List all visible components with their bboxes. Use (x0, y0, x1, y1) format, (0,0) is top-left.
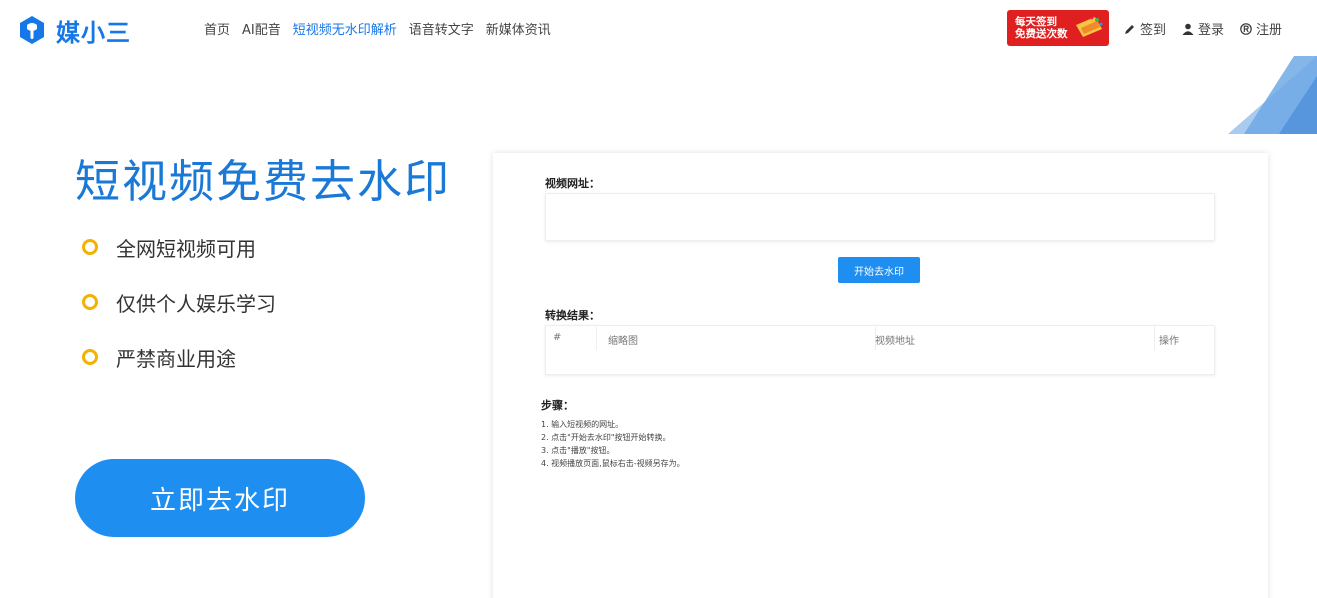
login-label: 登录 (1198, 23, 1225, 38)
column-divider (596, 326, 597, 350)
steps-list: 1. 输入短视频的网址。 2. 点击"开始去水印"按钮开始转换。 3. 点击"播… (541, 418, 685, 470)
nav-item-media-news[interactable]: 新媒体资讯 (486, 19, 551, 38)
hero-title: 短视频免费去水印 (75, 155, 452, 208)
column-divider (1154, 326, 1155, 350)
circle-bullet-icon (82, 294, 98, 310)
step-item: 3. 点击"播放"按钮。 (541, 446, 615, 455)
feature-item: 严禁商业用途 (82, 343, 276, 371)
feature-text: 全网短视频可用 (116, 236, 256, 261)
feature-text: 仅供个人娱乐学习 (116, 291, 276, 316)
nav-item-home[interactable]: 首页 (204, 19, 230, 38)
result-table: # 缩略图 视频地址 操作 (545, 325, 1215, 375)
feature-item: 仅供个人娱乐学习 (82, 288, 276, 316)
brand-name: 媒小三 (56, 18, 131, 47)
feature-text: 严禁商业用途 (116, 346, 236, 371)
gift-box-icon (1076, 16, 1103, 37)
daily-signin-promo-banner[interactable]: 每天签到 免费送次数 (1007, 10, 1109, 46)
watermark-tool-panel: 视频网址： 开始去水印 转换结果： # 缩略图 视频地址 操作 步骤： 1. 输… (493, 153, 1268, 598)
column-header-video-url: 视频地址 (875, 336, 915, 347)
column-header-thumbnail: 缩略图 (608, 336, 638, 347)
pencil-icon (1125, 24, 1134, 34)
feature-item: 全网短视频可用 (82, 233, 276, 261)
circle-bullet-icon (82, 349, 98, 365)
start-remove-watermark-button[interactable]: 开始去水印 (838, 257, 920, 283)
register-label: 注册 (1256, 23, 1283, 38)
brand-logo[interactable]: 媒小三 (18, 12, 131, 48)
register-link[interactable]: 注册 (1240, 19, 1282, 38)
step-item: 2. 点击"开始去水印"按钮开始转换。 (541, 433, 671, 442)
nav-item-speech-to-text[interactable]: 语音转文字 (409, 19, 474, 38)
step-item: 4. 视频播放页面,鼠标右击-视频另存为。 (541, 459, 685, 468)
column-header-actions: 操作 (1159, 336, 1179, 347)
remove-watermark-cta-button[interactable]: 立即去水印 (75, 459, 365, 537)
video-url-label: 视频网址： (545, 177, 600, 190)
login-link[interactable]: 登录 (1182, 19, 1224, 38)
nav-item-ai-voice[interactable]: AI配音 (242, 19, 281, 38)
column-header-index: # (553, 332, 562, 343)
video-url-input[interactable] (545, 193, 1215, 241)
nav-item-watermark-removal[interactable]: 短视频无水印解析 (293, 19, 397, 38)
result-label: 转换结果： (545, 309, 600, 322)
user-links: 签到 登录 注册 (1124, 19, 1282, 38)
signin-link[interactable]: 签到 (1124, 19, 1166, 38)
logo-icon (20, 16, 44, 44)
top-navbar: 媒小三 首页 AI配音 短视频无水印解析 语音转文字 新媒体资讯 每天签到 免费… (0, 0, 1317, 58)
corner-decoration (1228, 56, 1317, 134)
circle-bullet-icon (82, 239, 98, 255)
steps-title: 步骤： (541, 399, 574, 412)
main-nav: 首页 AI配音 短视频无水印解析 语音转文字 新媒体资讯 (204, 19, 551, 38)
step-item: 1. 输入短视频的网址。 (541, 420, 624, 429)
user-icon (1182, 23, 1194, 35)
feature-list: 全网短视频可用 仅供个人娱乐学习 严禁商业用途 (82, 233, 276, 398)
registered-icon (1240, 22, 1252, 35)
signin-label: 签到 (1140, 23, 1167, 38)
